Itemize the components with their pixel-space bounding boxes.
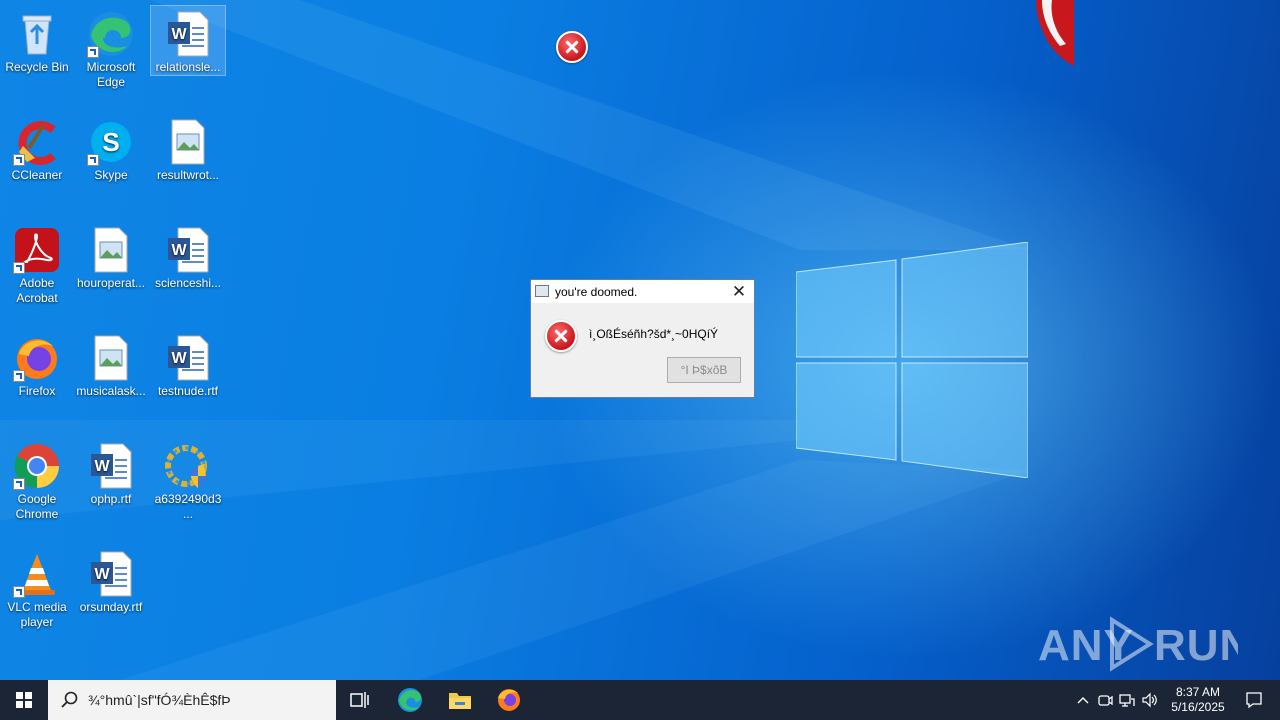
recycle-bin-icon	[13, 10, 61, 58]
desktop[interactable]: Recycle Bin CCleaner Adobe Acrobat Firef…	[0, 0, 1280, 680]
taskbar: ¾°hmû`|sf"fÓ¾ÈhÊ$fÞ 8:37 AM 5/16/2025	[0, 680, 1280, 720]
desktop-icon-firefox[interactable]: Firefox	[0, 330, 74, 399]
dialog-title: you're doomed.	[555, 285, 638, 299]
desktop-icon-a6392490d3[interactable]: a6392490d3...	[151, 438, 225, 522]
floating-error-icon	[556, 31, 588, 63]
task-view-button[interactable]	[340, 680, 380, 720]
desktop-icon-acrobat[interactable]: Adobe Acrobat	[0, 222, 74, 306]
windows-start-icon	[16, 692, 32, 708]
image-file-icon	[87, 334, 135, 382]
desktop-icon-vlc[interactable]: VLC media player	[0, 546, 74, 630]
clock[interactable]: 8:37 AM 5/16/2025	[1162, 680, 1234, 720]
dialog-message: ì¸OßÉséñh?šd*¸~0HQíÝ	[589, 327, 719, 341]
desktop-icon-ccleaner[interactable]: CCleaner	[0, 114, 74, 183]
taskbar-edge-button[interactable]	[390, 680, 430, 720]
taskbar-explorer-button[interactable]	[440, 680, 480, 720]
word-doc-icon: W	[164, 226, 212, 274]
task-view-icon	[350, 692, 369, 708]
desktop-icon-testnude[interactable]: W testnude.rtf	[151, 330, 225, 399]
desktop-icon-skype[interactable]: S Skype	[74, 114, 148, 183]
image-file-icon	[164, 118, 212, 166]
firefox-icon	[498, 689, 520, 711]
image-file-icon	[87, 226, 135, 274]
watermark-logo: ANY RUN	[1038, 612, 1251, 680]
skype-icon: S	[87, 118, 135, 166]
search-input[interactable]: ¾°hmû`|sf"fÓ¾ÈhÊ$fÞ	[48, 680, 336, 720]
word-doc-icon: W	[164, 334, 212, 382]
chrome-icon	[13, 442, 61, 490]
close-icon[interactable]: ✕	[724, 280, 754, 303]
volume-icon[interactable]	[1138, 680, 1160, 720]
dialog-titlebar[interactable]: you're doomed. ✕	[531, 280, 754, 303]
desktop-icon-resultwrot[interactable]: resultwrot...	[151, 114, 225, 183]
svg-text:RUN: RUN	[1154, 621, 1238, 670]
installer-shield-icon	[164, 442, 212, 490]
svg-text:W: W	[171, 242, 187, 259]
svg-text:S: S	[102, 127, 119, 157]
search-text: ¾°hmû`|sf"fÓ¾ÈhÊ$fÞ	[88, 692, 231, 708]
svg-text:W: W	[94, 566, 110, 583]
dialog-ok-button[interactable]: °I Þ$xõB	[667, 357, 741, 383]
folder-icon	[449, 693, 471, 709]
clock-date: 5/16/2025	[1171, 700, 1225, 714]
clock-time: 8:37 AM	[1175, 685, 1221, 699]
vlc-icon	[13, 550, 61, 598]
desktop-icon-chrome[interactable]: Google Chrome	[0, 438, 74, 522]
error-dialog[interactable]: you're doomed. ✕ ì¸OßÉséñh?šd*¸~0HQíÝ °I…	[530, 279, 755, 398]
firefox-icon	[13, 334, 61, 382]
svg-text:W: W	[171, 350, 187, 367]
word-doc-icon: W	[87, 442, 135, 490]
app-window-icon	[535, 285, 549, 297]
acrobat-icon	[13, 226, 61, 274]
action-center-notification-icon[interactable]	[1236, 680, 1272, 720]
start-button[interactable]	[0, 680, 48, 720]
desktop-icon-musicalask[interactable]: musicalask...	[74, 330, 148, 399]
desktop-icon-edge[interactable]: Microsoft Edge	[74, 6, 148, 90]
error-icon	[545, 320, 577, 352]
windows-logo-wallpaper	[796, 242, 1028, 478]
svg-text:W: W	[171, 26, 187, 43]
word-doc-icon: W	[87, 550, 135, 598]
search-icon	[61, 691, 78, 708]
desktop-icon-scienceshi[interactable]: W scienceshi...	[151, 222, 225, 291]
desktop-icon-orsunday[interactable]: W orsunday.rtf	[74, 546, 148, 615]
word-doc-icon: W	[164, 10, 212, 58]
taskbar-firefox-button[interactable]	[489, 680, 529, 720]
show-hidden-icons-chevron-up-icon[interactable]	[1072, 680, 1094, 720]
ccleaner-icon	[13, 118, 61, 166]
desktop-icon-relationsle[interactable]: W relationsle...	[150, 5, 226, 76]
network-icon[interactable]	[1116, 680, 1138, 720]
desktop-icon-ophp[interactable]: W ophp.rtf	[74, 438, 148, 507]
desktop-icon-houroperat[interactable]: houroperat...	[74, 222, 148, 291]
edge-icon	[398, 688, 422, 712]
edge-icon	[87, 10, 135, 58]
svg-text:W: W	[94, 458, 110, 475]
meet-now-icon[interactable]	[1094, 680, 1116, 720]
desktop-icon-recycle-bin[interactable]: Recycle Bin	[0, 6, 74, 75]
red-shield-fragment-icon	[1036, 0, 1074, 66]
